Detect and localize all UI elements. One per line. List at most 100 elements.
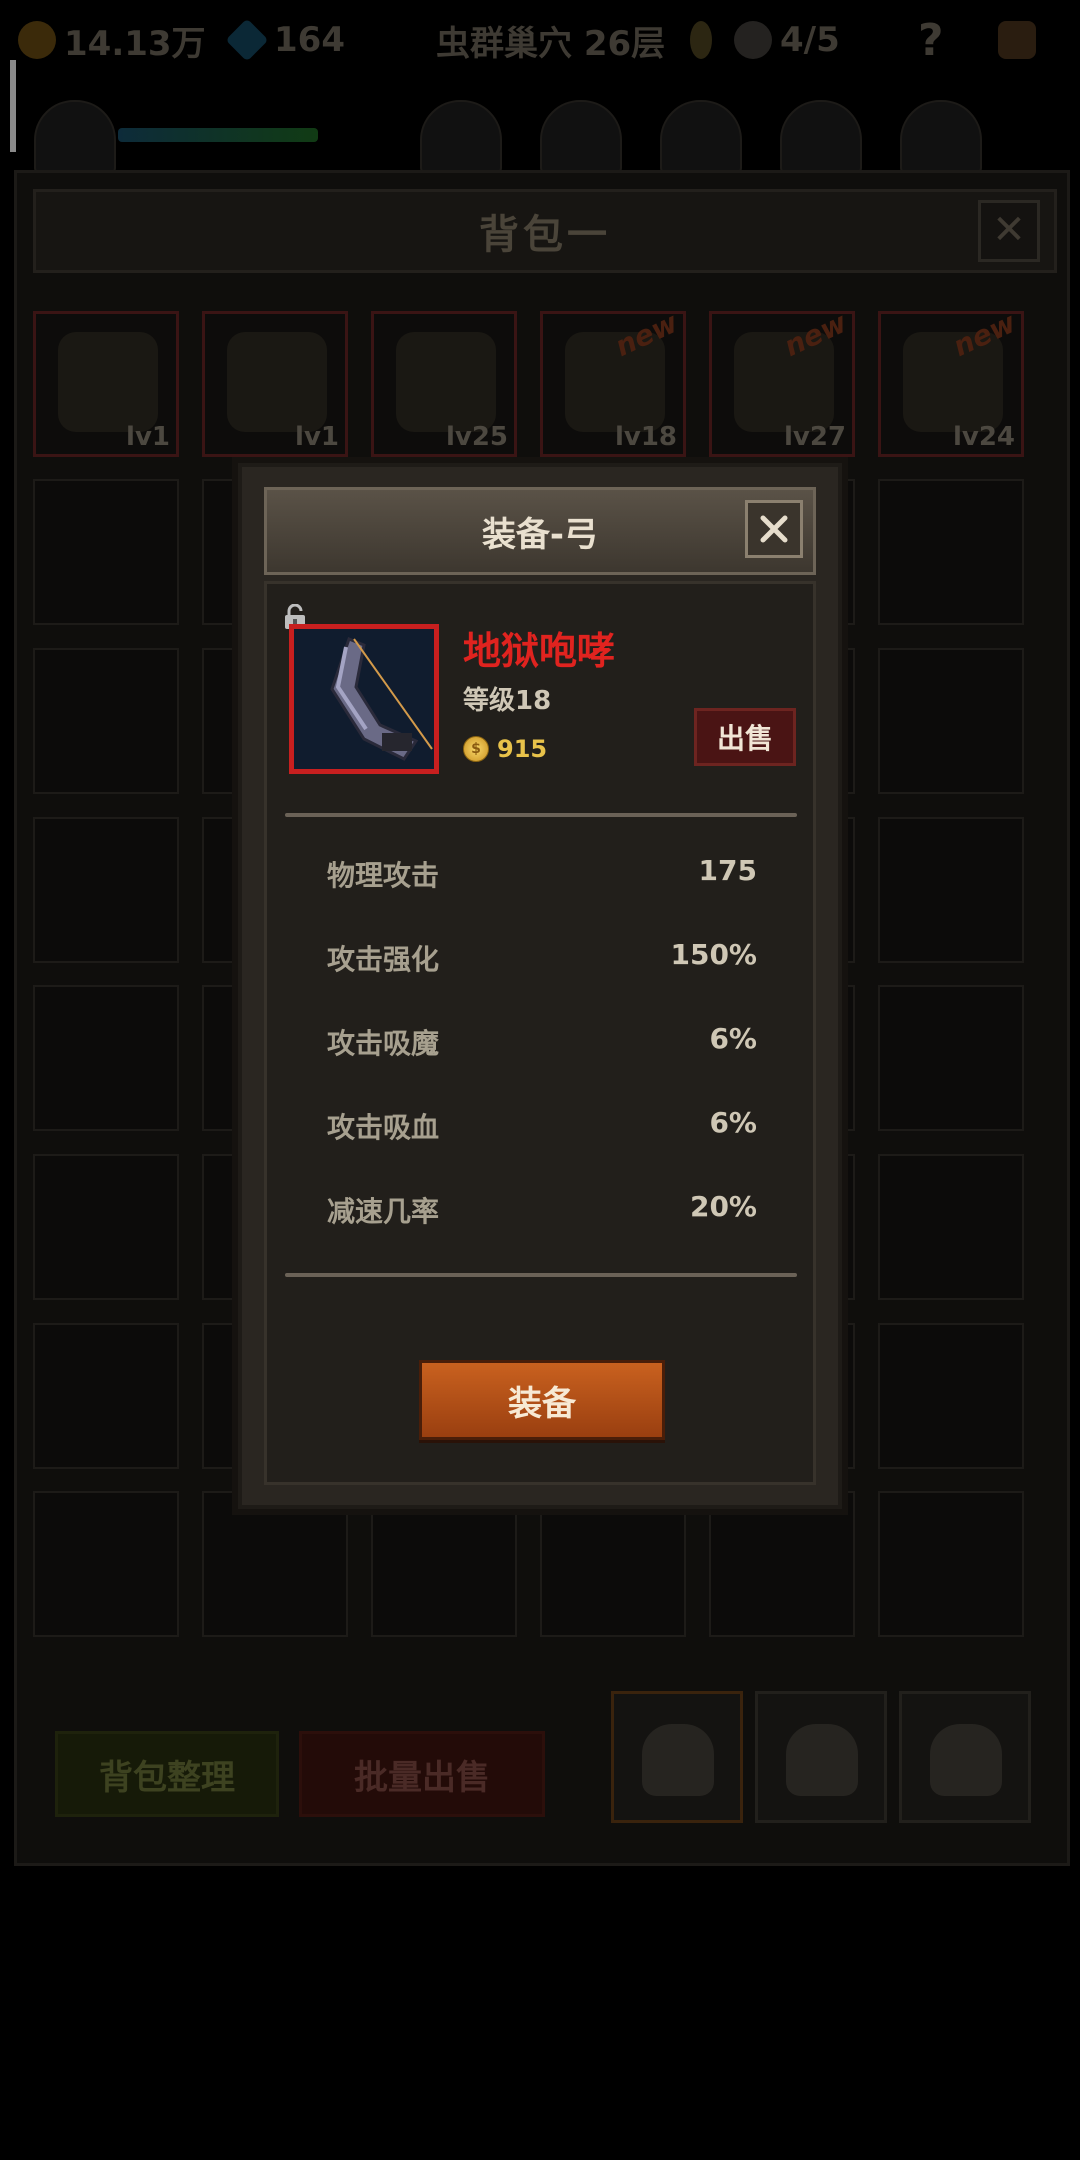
gold-counter: 14.13万 (18, 14, 206, 66)
stat-row: 物理攻击 175 (327, 854, 757, 894)
empty-bag-slot[interactable] (540, 1491, 686, 1637)
backpack-icon (642, 1724, 714, 1796)
stat-row: 攻击吸血 6% (327, 1106, 757, 1146)
empty-bag-slot[interactable] (878, 1323, 1024, 1469)
item-level-label: lv1 (295, 422, 339, 452)
hero-portrait[interactable] (780, 100, 862, 174)
stat-name: 攻击吸魔 (327, 1027, 440, 1060)
empty-bag-slot[interactable] (33, 985, 179, 1131)
empty-bag-slot[interactable] (33, 1491, 179, 1637)
skull-icon (734, 21, 772, 59)
gold-coin-icon (18, 21, 56, 59)
sort-bag-button[interactable]: 背包整理 (55, 1731, 279, 1817)
skull-counter: 4/5 (734, 14, 840, 66)
equipment-icon (58, 332, 158, 432)
settings-button[interactable] (998, 14, 1044, 66)
stat-name: 减速几率 (327, 1195, 440, 1228)
equip-button[interactable]: 装备 (419, 1360, 665, 1440)
bag-item-slot[interactable]: lv27 new (709, 306, 855, 457)
stat-name: 物理攻击 (327, 859, 440, 892)
bag-item-slot[interactable]: lv1 (202, 311, 348, 457)
stat-value: 6% (709, 1106, 757, 1139)
item-level-label: lv18 (614, 422, 677, 452)
hero-portrait[interactable] (660, 100, 742, 174)
item-level: 等级18 (463, 686, 552, 716)
sort-bag-label: 背包整理 (99, 1757, 235, 1798)
empty-bag-slot[interactable] (709, 1491, 855, 1637)
divider (285, 1273, 797, 1277)
stat-value: 6% (709, 1022, 757, 1055)
item-level-label: lv24 (952, 422, 1015, 452)
price-value: 915 (497, 735, 548, 763)
item-price: 915 (463, 734, 547, 764)
dialog-body: 地狱咆哮 等级18 915 出售 物理攻击175攻击强化150%攻击吸魔6%攻击… (264, 581, 816, 1485)
skull-amount: 4/5 (780, 20, 840, 60)
bag-header: 背包一 ✕ (33, 189, 1057, 273)
equipment-dialog: 装备-弓 地狱咆哮 等级18 915 (238, 463, 842, 1509)
empty-bag-slot[interactable] (878, 985, 1024, 1131)
bag-tab-1[interactable] (611, 1691, 743, 1823)
gold-amount: 14.13万 (64, 23, 206, 64)
backpack-icon (786, 1724, 858, 1796)
stat-name: 攻击强化 (327, 943, 440, 976)
bow-icon (294, 629, 434, 769)
gem-counter: 164 (225, 14, 345, 66)
empty-bag-slot[interactable] (33, 648, 179, 794)
bulk-sell-label: 批量出售 (354, 1757, 490, 1798)
stat-value: 150% (670, 938, 757, 971)
bag-tab-3[interactable] (899, 1691, 1031, 1823)
bag-tab-2[interactable] (755, 1691, 887, 1823)
empty-bag-slot[interactable] (33, 1154, 179, 1300)
empty-bag-slot[interactable] (33, 1323, 179, 1469)
top-hud: 14.13万 164 虫群巢穴 26层 4/5 ? (0, 0, 1080, 80)
close-icon: ✕ (992, 207, 1026, 253)
item-icon-frame (289, 624, 439, 774)
sell-item-button[interactable]: 出售 (694, 708, 796, 766)
hero-hp-bar (118, 128, 318, 142)
stat-name: 攻击吸血 (327, 1111, 440, 1144)
location-label: 虫群巢穴 26层 (436, 14, 665, 66)
empty-bag-slot[interactable] (878, 817, 1024, 963)
hero-portrait[interactable] (540, 100, 622, 174)
equip-label: 装备 (508, 1383, 576, 1424)
empty-bag-slot[interactable] (33, 479, 179, 625)
stat-row: 攻击吸魔 6% (327, 1022, 757, 1062)
item-name: 地狱咆哮 (463, 629, 616, 673)
equipment-icon (227, 332, 327, 432)
close-icon (760, 515, 788, 543)
bulk-sell-button[interactable]: 批量出售 (299, 1731, 545, 1817)
bag-item-slot[interactable]: lv25 (371, 311, 517, 457)
bag-title: 背包一 (479, 212, 611, 258)
dialog-close-button[interactable] (745, 500, 803, 558)
empty-bag-slot[interactable] (202, 1491, 348, 1637)
equipment-icon (396, 332, 496, 432)
stat-value: 175 (698, 854, 757, 887)
help-button[interactable]: ? (918, 14, 944, 66)
dialog-title: 装备-弓 (481, 514, 599, 555)
empty-bag-slot[interactable] (878, 648, 1024, 794)
sell-item-label: 出售 (716, 722, 773, 755)
empty-bag-slot[interactable] (878, 1491, 1024, 1637)
backpack-icon (930, 1724, 1002, 1796)
bag-item-slot[interactable]: lv1 (33, 311, 179, 457)
key-icon (690, 21, 712, 59)
bag-close-button[interactable]: ✕ (978, 200, 1040, 262)
hero-portrait[interactable] (420, 100, 502, 174)
stat-row: 攻击强化 150% (327, 938, 757, 978)
empty-bag-slot[interactable] (878, 479, 1024, 625)
bag-item-slot[interactable]: lv18 new (540, 306, 686, 457)
gem-amount: 164 (274, 20, 345, 60)
empty-bag-slot[interactable] (371, 1491, 517, 1637)
empty-bag-slot[interactable] (33, 817, 179, 963)
bag-item-slot[interactable]: lv24 new (878, 306, 1024, 457)
location-text: 虫群巢穴 26层 (436, 23, 666, 64)
gear-icon (998, 21, 1036, 59)
hero-portrait[interactable] (34, 100, 116, 174)
gem-icon (225, 18, 269, 62)
empty-bag-slot[interactable] (878, 1154, 1024, 1300)
key-counter (690, 14, 720, 66)
item-level-label: lv1 (126, 422, 170, 452)
gold-coin-icon (463, 736, 489, 762)
hero-portrait[interactable] (900, 100, 982, 174)
item-level-label: lv27 (783, 422, 846, 452)
